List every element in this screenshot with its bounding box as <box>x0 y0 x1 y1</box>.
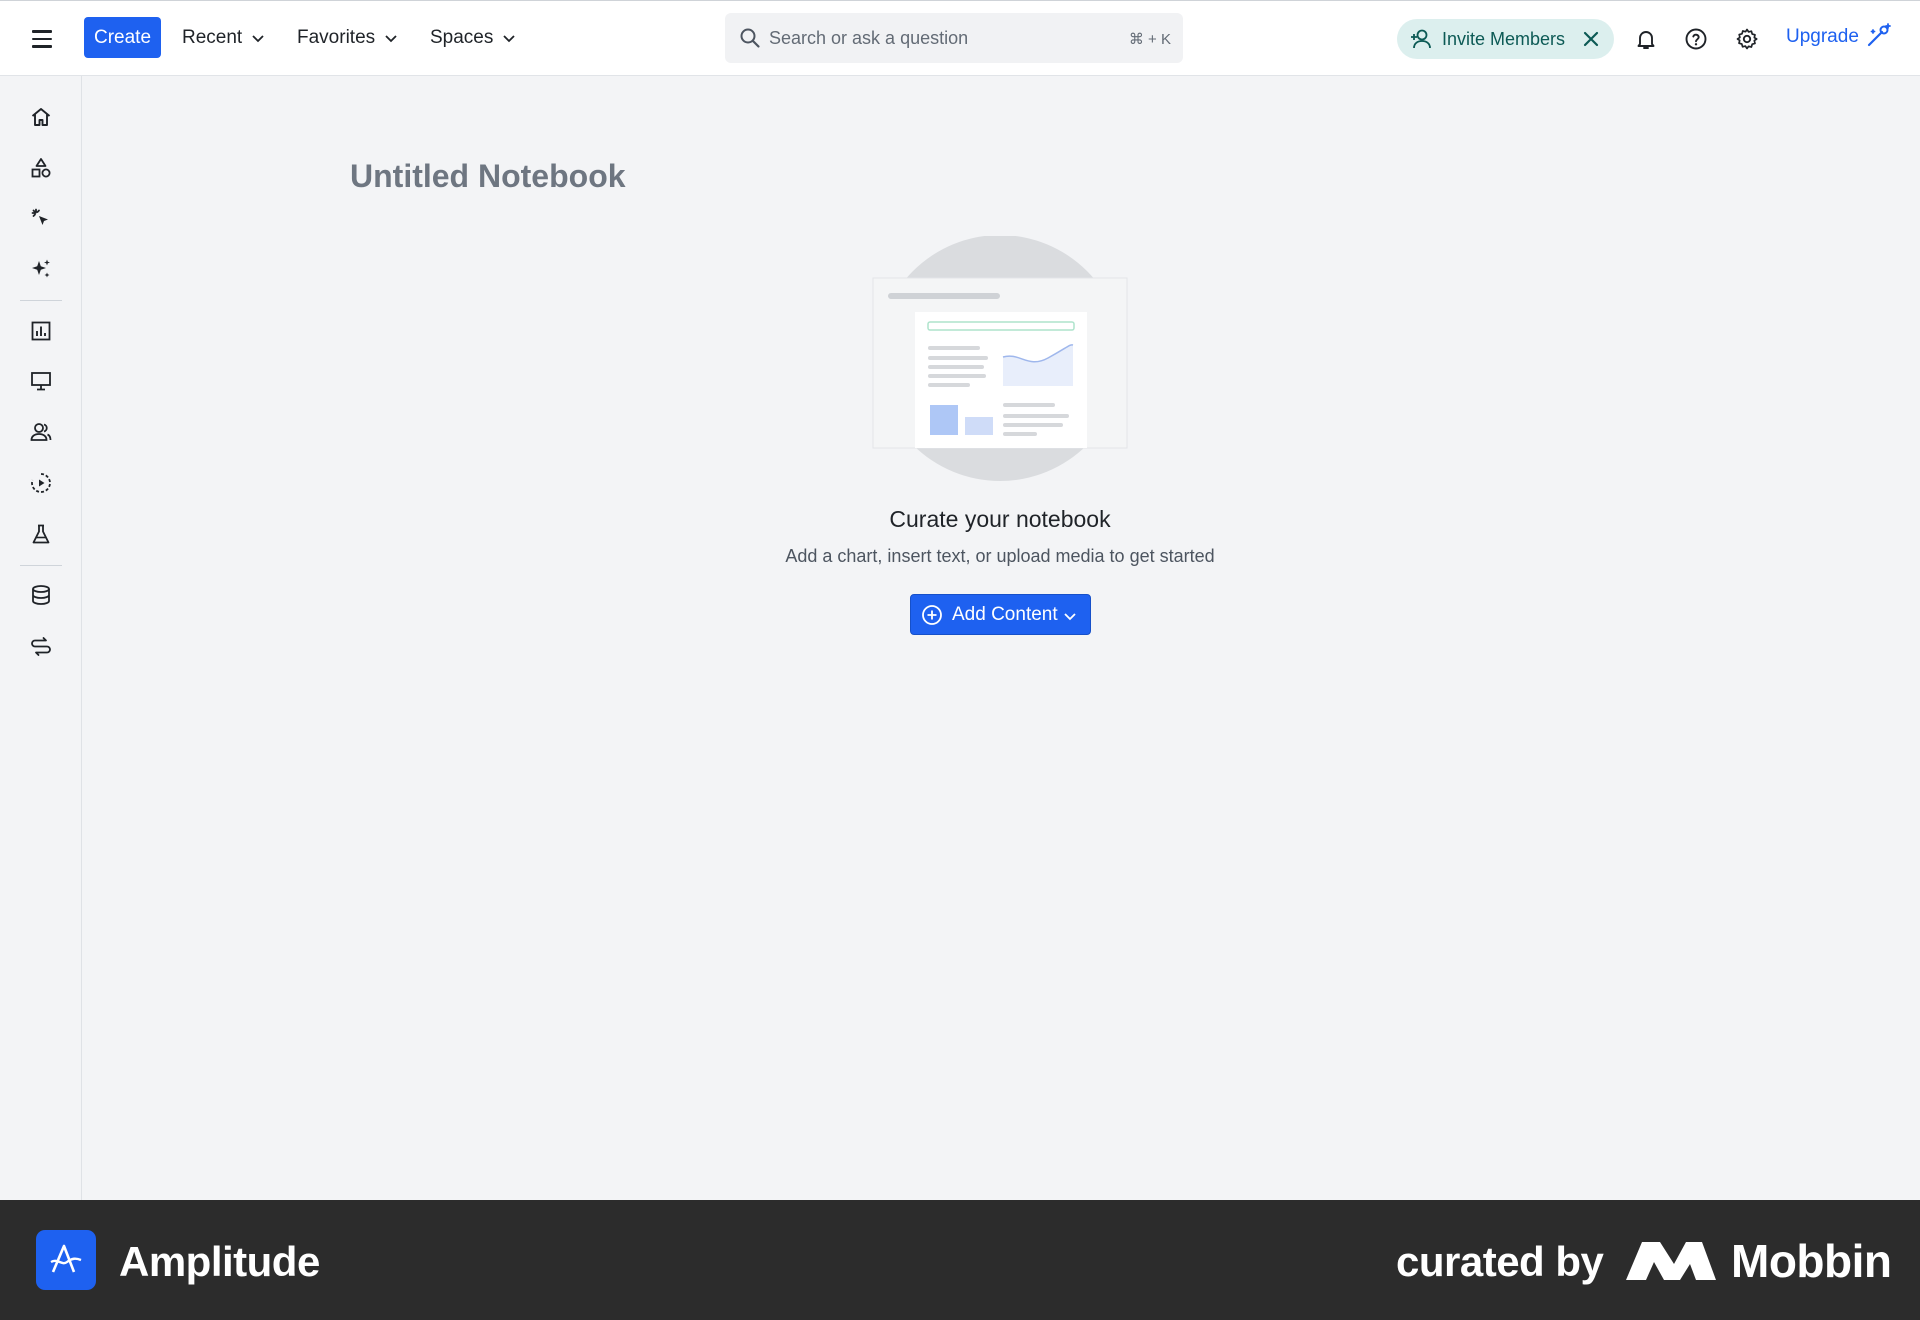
monitor-icon[interactable] <box>26 366 56 396</box>
recent-label: Recent <box>182 27 243 48</box>
top-navigation-bar: Create Recent Favorites Spaces Search or… <box>0 0 1920 76</box>
spaces-dropdown[interactable]: Spaces <box>430 19 516 57</box>
page-title[interactable]: Untitled Notebook <box>350 158 626 195</box>
cursor-click-icon[interactable] <box>26 203 56 233</box>
recent-dropdown[interactable]: Recent <box>182 19 265 57</box>
upgrade-wand-icon <box>1867 23 1891 47</box>
upgrade-link[interactable]: Upgrade <box>1786 23 1893 49</box>
chevron-down-icon <box>1064 613 1076 621</box>
search-shortcut: ⌘ + K <box>1128 31 1171 48</box>
plus-circle-icon <box>922 605 942 625</box>
add-content-button[interactable]: Add Content <box>910 594 1091 635</box>
branding-footer: Amplitude curated by Mobbin <box>0 1200 1920 1320</box>
shapes-icon[interactable] <box>26 153 56 183</box>
add-content-label: Add Content <box>952 604 1058 625</box>
mobbin-logo-icon <box>1626 1242 1716 1280</box>
help-icon[interactable] <box>1680 23 1712 55</box>
chevron-down-icon <box>385 35 397 43</box>
close-icon[interactable] <box>1581 29 1601 49</box>
chevron-down-icon <box>252 35 264 43</box>
mobbin-brand-name: Mobbin <box>1731 1235 1892 1287</box>
empty-state-heading: Curate your notebook <box>889 506 1111 532</box>
add-user-icon <box>1411 29 1431 49</box>
amplitude-brand-name: Amplitude <box>119 1238 320 1285</box>
left-sidebar <box>0 76 82 1200</box>
data-flow-icon[interactable] <box>26 631 56 661</box>
hamburger-menu-icon[interactable] <box>26 24 58 54</box>
upgrade-label: Upgrade <box>1786 26 1859 47</box>
favorites-label: Favorites <box>297 27 376 48</box>
empty-state-description: Add a chart, insert text, or upload medi… <box>785 546 1215 566</box>
sidebar-divider <box>20 565 62 566</box>
beaker-icon[interactable] <box>26 519 56 549</box>
invite-members-pill[interactable]: Invite Members <box>1397 19 1614 59</box>
amplitude-logo-icon <box>36 1230 96 1290</box>
notebook-empty-illustration <box>872 236 1128 481</box>
settings-gear-icon[interactable] <box>1731 23 1763 55</box>
session-replay-icon[interactable] <box>26 468 56 498</box>
search-input[interactable]: Search or ask a question ⌘ + K <box>725 13 1183 63</box>
database-icon[interactable] <box>26 580 56 610</box>
users-icon[interactable] <box>26 417 56 447</box>
search-placeholder: Search or ask a question <box>769 28 969 48</box>
bar-chart-icon[interactable] <box>26 316 56 346</box>
sparkles-icon[interactable] <box>26 254 56 284</box>
invite-members-label: Invite Members <box>1442 29 1566 49</box>
chevron-down-icon <box>503 35 516 43</box>
home-icon[interactable] <box>26 102 56 132</box>
spaces-label: Spaces <box>430 27 494 48</box>
search-icon <box>740 28 760 48</box>
notifications-bell-icon[interactable] <box>1630 23 1662 55</box>
favorites-dropdown[interactable]: Favorites <box>297 19 398 57</box>
create-button[interactable]: Create <box>84 17 161 58</box>
sidebar-divider <box>20 300 62 301</box>
curated-by-label: curated by <box>1396 1238 1604 1285</box>
